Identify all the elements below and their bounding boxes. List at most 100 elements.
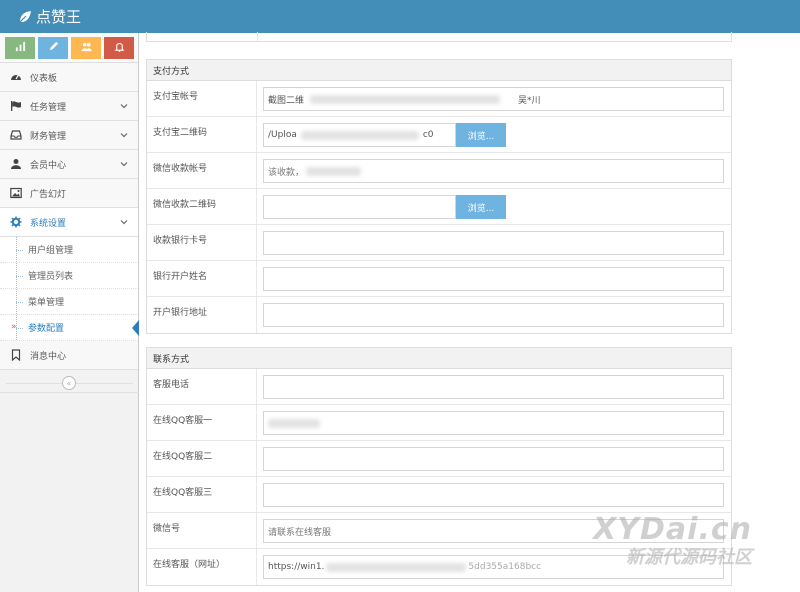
user-icon [10, 158, 22, 170]
pencil-icon [48, 41, 59, 55]
picture-icon [10, 187, 22, 199]
alipay-account-input[interactable]: 截图二维 吴*川 [263, 87, 724, 111]
sidebar-item-finance[interactable]: 财务管理 [0, 121, 138, 150]
shortcut-button-pencil[interactable] [38, 36, 68, 59]
sidebar-item-label: 会员中心 [30, 160, 67, 171]
sidebar-item-label: 财务管理 [30, 131, 67, 142]
qq-service-2-input[interactable] [263, 447, 724, 471]
field-label: 在线QQ客服一 [147, 405, 257, 440]
input-value-start: /Uploa [268, 130, 297, 140]
double-angle-left-icon[interactable]: « [62, 376, 76, 390]
sidebar-item-label: 仪表板 [30, 73, 58, 84]
chevron-down-icon [120, 104, 128, 109]
sidebar-subitem-admins[interactable]: 管理员列表 [0, 263, 138, 289]
angle-right-icon: » [11, 322, 17, 332]
dashboard-icon [10, 71, 22, 83]
redacted-text [268, 418, 320, 428]
form-row-qq3: 在线QQ客服三 [147, 477, 731, 513]
form-row-bank-address: 开户银行地址 [147, 297, 731, 333]
form-row-qq2: 在线QQ客服二 [147, 441, 731, 477]
sidebar-subitem-user-groups[interactable]: 用户组管理 [0, 237, 138, 263]
active-indicator-arrow [132, 320, 139, 336]
sidebar-item-label: 消息中心 [30, 351, 67, 362]
sidebar-subitem-label: 管理员列表 [28, 272, 74, 282]
field-label: 收款银行卡号 [147, 225, 257, 260]
sidebar-item-messages[interactable]: 消息中心 [0, 341, 138, 370]
sidebar: 仪表板 任务管理 财务管理 会员中心 广告幻灯 系统设置 用户组管理 管理员列表… [0, 33, 139, 592]
sidebar-subitem-menus[interactable]: 菜单管理 [0, 289, 138, 315]
sidebar-subitem-label: 参数配置 [28, 324, 65, 334]
sidebar-subitem-label: 菜单管理 [28, 298, 65, 308]
form-row-bank-card: 收款银行卡号 [147, 225, 731, 261]
field-label: 开户银行地址 [147, 297, 257, 333]
sidebar-item-label: 任务管理 [30, 102, 67, 113]
section-title: 联系方式 [147, 348, 731, 369]
alipay-qr-path-input[interactable]: /Uploa c0 [263, 123, 456, 147]
redacted-text [326, 562, 467, 572]
previous-section-tail [146, 32, 732, 42]
sidebar-item-tasks[interactable]: 任务管理 [0, 92, 138, 121]
sidebar-subitem-params[interactable]: » 参数配置 [0, 315, 139, 341]
sidebar-item-ads[interactable]: 广告幻灯 [0, 179, 138, 208]
shortcut-button-bell[interactable] [104, 36, 134, 59]
shortcut-bar [0, 33, 138, 63]
app-title[interactable]: 点赞王 [36, 6, 81, 27]
chevron-down-icon [120, 162, 128, 167]
input-value-end: c0 [422, 130, 434, 140]
field-label: 支付宝帐号 [147, 81, 257, 116]
form-row-wechat-qr: 微信收款二维码 浏览... [147, 189, 731, 225]
field-label: 微信号 [147, 513, 257, 548]
cogs-icon [10, 216, 22, 228]
alipay-qr-browse-button[interactable]: 浏览... [456, 123, 506, 147]
input-value: 请联系在线客服 [268, 527, 332, 538]
payment-section: 支付方式 支付宝帐号 截图二维 吴*川 支付宝二维码 /Uploa c0 浏览.… [146, 59, 732, 334]
users-icon [80, 41, 92, 55]
field-label: 银行开户姓名 [147, 261, 257, 296]
sidebar-item-label: 广告幻灯 [30, 189, 67, 200]
signal-icon [15, 41, 26, 55]
form-row-bank-name: 银行开户姓名 [147, 261, 731, 297]
bank-address-input[interactable] [263, 303, 724, 327]
field-label: 支付宝二维码 [147, 117, 257, 152]
bank-holder-name-input[interactable] [263, 267, 724, 291]
input-value-end: 吴*川 [518, 95, 541, 106]
wechat-qr-browse-button[interactable]: 浏览... [456, 195, 506, 219]
sidebar-item-members[interactable]: 会员中心 [0, 150, 138, 179]
service-phone-input[interactable] [263, 375, 724, 399]
form-row-service-phone: 客服电话 [147, 369, 731, 405]
input-value-start: 截图二维 [268, 95, 305, 106]
chevron-down-icon [120, 133, 128, 138]
watermark: XYDai.cn 新源代源码社区 [593, 512, 752, 569]
input-value-end: 5dd355a168bcc [468, 562, 542, 572]
sidebar-item-system-settings[interactable]: 系统设置 [0, 208, 138, 237]
input-value-start: https://win1. [268, 562, 325, 572]
qq-service-1-input[interactable] [263, 411, 724, 435]
redacted-text [310, 94, 501, 104]
bell-icon [114, 41, 125, 55]
section-title: 支付方式 [147, 60, 731, 81]
field-label: 在线QQ客服三 [147, 477, 257, 512]
form-row-wechat-account: 微信收款帐号 该收款， [147, 153, 731, 189]
field-label: 客服电话 [147, 369, 257, 404]
qq-service-3-input[interactable] [263, 483, 724, 507]
redacted-text [300, 130, 419, 140]
inbox-icon [10, 129, 22, 141]
wechat-account-input[interactable]: 该收款， [263, 159, 724, 183]
field-label: 微信收款帐号 [147, 153, 257, 188]
form-row-alipay-account: 支付宝帐号 截图二维 吴*川 [147, 81, 731, 117]
sidebar-subitem-label: 用户组管理 [28, 246, 74, 256]
chevron-down-icon [120, 220, 128, 225]
watermark-line-1: XYDai.cn [593, 512, 752, 547]
sidebar-collapse-bar: « [0, 373, 139, 393]
field-label: 在线客服（网址） [147, 549, 257, 585]
form-row-alipay-qr: 支付宝二维码 /Uploa c0 浏览... [147, 117, 731, 153]
bank-card-input[interactable] [263, 231, 724, 255]
sidebar-item-dashboard[interactable]: 仪表板 [0, 63, 138, 92]
bookmark-icon [10, 349, 22, 361]
shortcut-button-signal[interactable] [5, 36, 35, 59]
input-value: 该收款， [268, 167, 305, 178]
field-label: 在线QQ客服二 [147, 441, 257, 476]
main-content: 支付方式 支付宝帐号 截图二维 吴*川 支付宝二维码 /Uploa c0 浏览.… [139, 32, 800, 592]
wechat-qr-path-input[interactable] [263, 195, 456, 219]
shortcut-button-users[interactable] [71, 36, 101, 59]
